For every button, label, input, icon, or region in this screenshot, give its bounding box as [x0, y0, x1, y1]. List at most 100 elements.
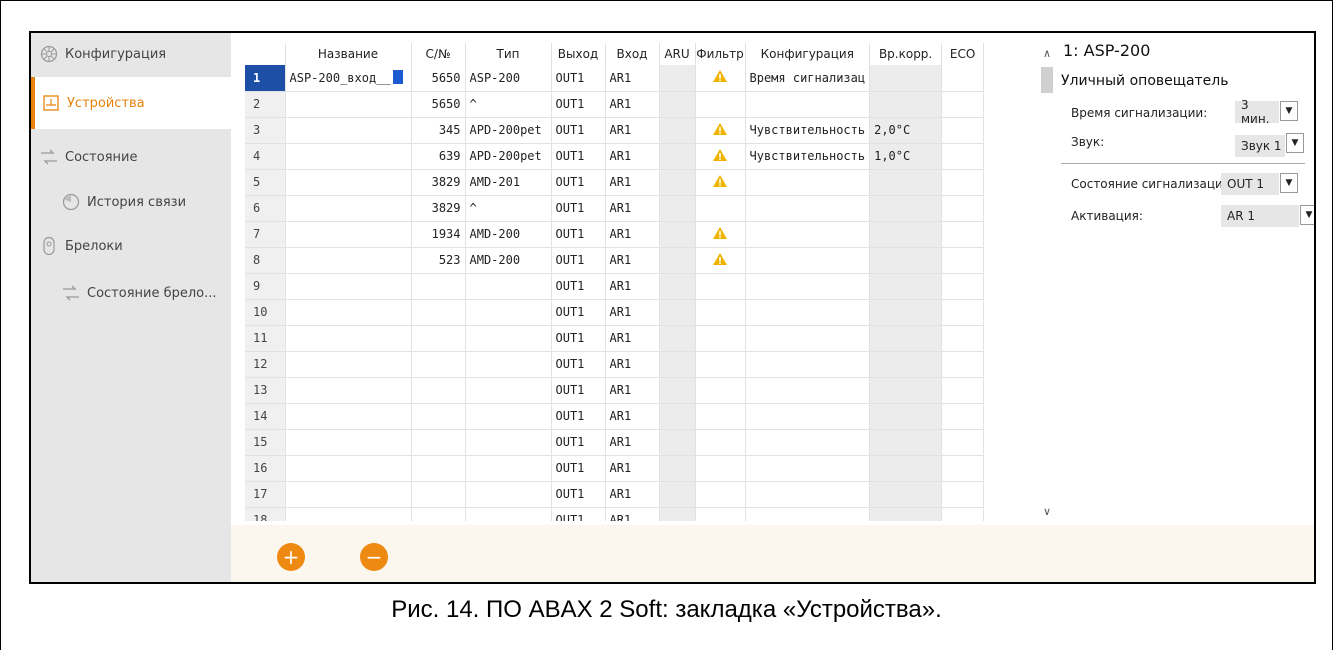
- alarm-state-select[interactable]: OUT 1: [1221, 173, 1279, 195]
- correction-cell[interactable]: [869, 429, 943, 456]
- name-cell[interactable]: [285, 325, 412, 352]
- sidebar-item-connection-history[interactable]: История связи: [61, 189, 229, 215]
- config-cell[interactable]: [745, 351, 871, 378]
- correction-cell[interactable]: [869, 273, 943, 300]
- input-cell[interactable]: AR1: [605, 221, 660, 248]
- scroll-down-icon[interactable]: ∨: [1040, 505, 1054, 519]
- name-cell[interactable]: [285, 143, 412, 170]
- name-cell[interactable]: [285, 403, 412, 430]
- eco-cell[interactable]: [941, 429, 985, 456]
- name-cell[interactable]: [285, 455, 412, 482]
- filter-cell[interactable]: [695, 507, 746, 521]
- serial-cell[interactable]: 523: [411, 247, 466, 274]
- aru-cell[interactable]: [659, 299, 696, 326]
- input-cell[interactable]: AR1: [605, 65, 660, 92]
- name-cell[interactable]: [285, 195, 412, 222]
- row-number[interactable]: 7: [245, 221, 286, 248]
- name-edit-text[interactable]: ASP-200_вход__: [290, 71, 391, 85]
- eco-cell[interactable]: [941, 481, 985, 508]
- correction-cell[interactable]: [869, 455, 943, 482]
- chevron-down-icon[interactable]: ▼: [1286, 133, 1304, 153]
- name-cell[interactable]: [285, 507, 412, 521]
- row-number[interactable]: 11: [245, 325, 286, 352]
- table-row[interactable]: 13 OUT1 AR1: [245, 377, 985, 404]
- output-cell[interactable]: OUT1: [551, 325, 606, 352]
- row-number[interactable]: 1: [245, 65, 286, 92]
- aru-cell[interactable]: [659, 455, 696, 482]
- aru-cell[interactable]: [659, 195, 696, 222]
- output-cell[interactable]: OUT1: [551, 169, 606, 196]
- row-number[interactable]: 4: [245, 143, 286, 170]
- output-cell[interactable]: OUT1: [551, 507, 606, 521]
- column-header[interactable]: Выход: [551, 43, 606, 65]
- eco-cell[interactable]: [941, 247, 985, 274]
- input-cell[interactable]: AR1: [605, 273, 660, 300]
- row-number[interactable]: 9: [245, 273, 286, 300]
- table-row[interactable]: 5 3829 AMD-201 OUT1 AR1: [245, 169, 985, 196]
- output-cell[interactable]: OUT1: [551, 143, 606, 170]
- config-cell[interactable]: [745, 403, 871, 430]
- config-cell[interactable]: [745, 377, 871, 404]
- output-cell[interactable]: OUT1: [551, 273, 606, 300]
- filter-cell[interactable]: [695, 195, 746, 222]
- name-cell[interactable]: [285, 169, 412, 196]
- input-cell[interactable]: AR1: [605, 507, 660, 521]
- output-cell[interactable]: OUT1: [551, 299, 606, 326]
- output-cell[interactable]: OUT1: [551, 65, 606, 92]
- serial-cell[interactable]: [411, 351, 466, 378]
- row-number[interactable]: 5: [245, 169, 286, 196]
- table-row[interactable]: 16 OUT1 AR1: [245, 455, 985, 482]
- serial-cell[interactable]: 3829: [411, 169, 466, 196]
- row-number[interactable]: 17: [245, 481, 286, 508]
- aru-cell[interactable]: [659, 481, 696, 508]
- add-device-button[interactable]: +: [277, 543, 305, 571]
- eco-cell[interactable]: [941, 169, 985, 196]
- correction-cell[interactable]: [869, 247, 943, 274]
- serial-cell[interactable]: [411, 455, 466, 482]
- serial-cell[interactable]: [411, 377, 466, 404]
- aru-cell[interactable]: [659, 221, 696, 248]
- activation-select[interactable]: AR 1: [1221, 205, 1299, 227]
- output-cell[interactable]: OUT1: [551, 221, 606, 248]
- aru-cell[interactable]: [659, 169, 696, 196]
- input-cell[interactable]: AR1: [605, 195, 660, 222]
- table-row[interactable]: 15 OUT1 AR1: [245, 429, 985, 456]
- output-cell[interactable]: OUT1: [551, 247, 606, 274]
- table-row[interactable]: 2 5650 ^ OUT1 AR1: [245, 91, 985, 118]
- correction-cell[interactable]: [869, 507, 943, 521]
- eco-cell[interactable]: [941, 221, 985, 248]
- sidebar-item-status[interactable]: Состояние: [39, 144, 229, 170]
- table-row[interactable]: 12 OUT1 AR1: [245, 351, 985, 378]
- config-cell[interactable]: Чувствительность: [745, 143, 871, 170]
- table-row[interactable]: 17 OUT1 AR1: [245, 481, 985, 508]
- name-cell[interactable]: [285, 221, 412, 248]
- input-cell[interactable]: AR1: [605, 91, 660, 118]
- row-number[interactable]: 14: [245, 403, 286, 430]
- scroll-up-icon[interactable]: ∧: [1040, 47, 1054, 61]
- filter-cell[interactable]: [695, 273, 746, 300]
- filter-cell[interactable]: [695, 247, 746, 274]
- serial-cell[interactable]: 639: [411, 143, 466, 170]
- input-cell[interactable]: AR1: [605, 351, 660, 378]
- eco-cell[interactable]: [941, 377, 985, 404]
- correction-cell[interactable]: [869, 325, 943, 352]
- config-cell[interactable]: [745, 247, 871, 274]
- config-cell[interactable]: [745, 169, 871, 196]
- column-header[interactable]: ECO: [941, 43, 985, 65]
- output-cell[interactable]: OUT1: [551, 403, 606, 430]
- row-number[interactable]: 2: [245, 91, 286, 118]
- config-cell[interactable]: [745, 429, 871, 456]
- name-cell[interactable]: [285, 351, 412, 378]
- name-cell[interactable]: ASP-200_вход__: [285, 65, 412, 92]
- row-number[interactable]: 8: [245, 247, 286, 274]
- table-row[interactable]: 7 1934 AMD-200 OUT1 AR1: [245, 221, 985, 248]
- eco-cell[interactable]: [941, 325, 985, 352]
- input-cell[interactable]: AR1: [605, 117, 660, 144]
- eco-cell[interactable]: [941, 65, 985, 92]
- sidebar-item-keyfobs[interactable]: Брелоки: [39, 233, 229, 259]
- table-row[interactable]: 18 OUT1 AR1: [245, 507, 985, 521]
- scroll-thumb[interactable]: [1041, 67, 1053, 93]
- correction-cell[interactable]: [869, 377, 943, 404]
- name-cell[interactable]: [285, 91, 412, 118]
- config-cell[interactable]: [745, 195, 871, 222]
